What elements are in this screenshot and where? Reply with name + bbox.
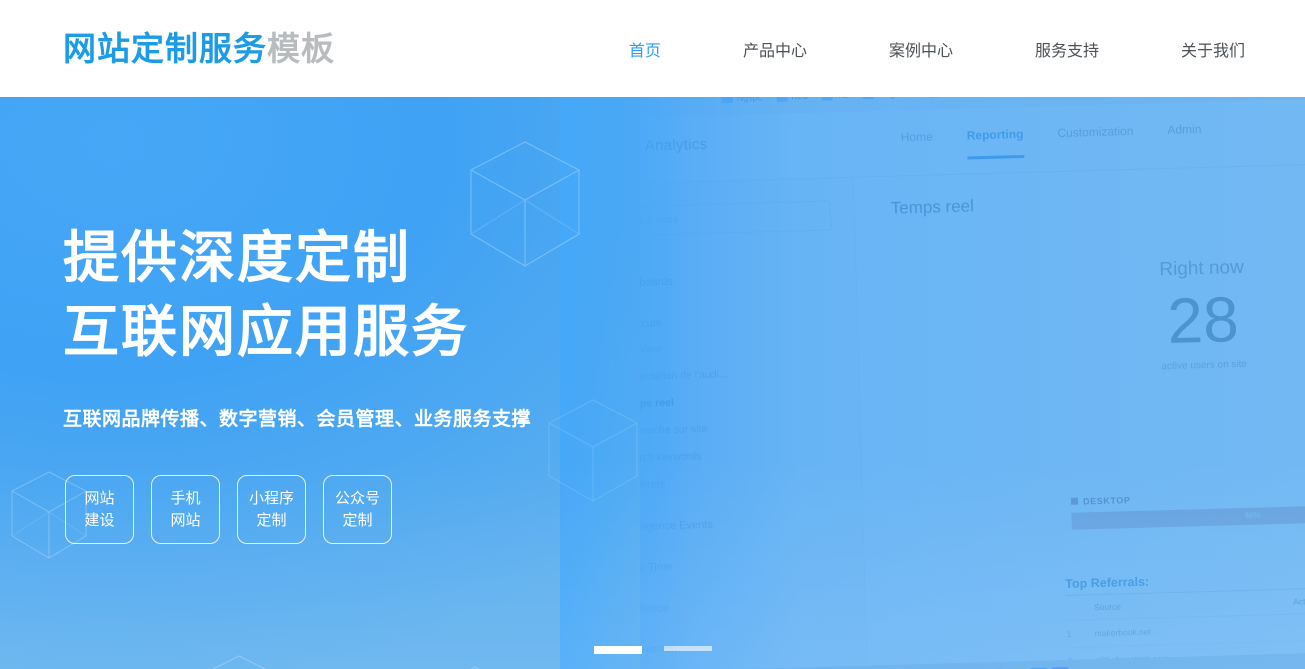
carousel-indicator-2[interactable] (663, 646, 712, 651)
main-navigation: 首页 产品中心 案例中心 服务支持 关于我们 (627, 31, 1247, 67)
logo-secondary-text: 模板 (267, 29, 335, 68)
bookmark-item: Ngspc (721, 97, 762, 103)
hero-title: 提供深度定制 互联网应用服务 (63, 97, 640, 370)
site-header: 网站定制服务模板 首页 产品中心 案例中心 服务支持 关于我们 (0, 0, 1305, 97)
tab-home: Home (900, 129, 933, 145)
hero-background-photo: Ngspc Red TB BlogFeed Bran Postings Lter… (580, 97, 1305, 669)
tag-line-2: 定制 (342, 510, 373, 529)
site-logo[interactable]: 网站定制服务模板 (63, 32, 335, 65)
photo-perspective-wrapper: Ngspc Red TB BlogFeed Bran Postings Lter… (580, 97, 1305, 669)
logo-primary-text: 网站定制服务 (63, 29, 267, 68)
landing-page: 网站定制服务模板 首页 产品中心 案例中心 服务支持 关于我们 Ngspc Re… (0, 0, 1305, 669)
tab-reporting: Reporting (967, 127, 1025, 160)
hero-content: 提供深度定制 互联网应用服务 互联网品牌传播、数字营销、会员管理、业务服务支撑 … (0, 97, 640, 669)
tag-line-1: 手机 (170, 488, 201, 507)
service-tag-miniprogram[interactable]: 小程序 定制 (237, 474, 306, 544)
hero-title-line-2: 互联网应用服务 (63, 299, 469, 365)
hero-service-tags: 网站 建设 手机 网站 小程序 定制 公众号 定制 (65, 474, 640, 544)
bookmark-item: Red (775, 97, 808, 102)
nav-item-about[interactable]: 关于我们 (1179, 31, 1247, 67)
analytics-page-title: Temps reel (890, 196, 975, 218)
nav-item-home[interactable]: 首页 (627, 31, 663, 67)
desktop-bar: 96% (1071, 505, 1305, 530)
desktop-label: DESKTOP (1070, 489, 1305, 507)
service-tag-mobile[interactable]: 手机 网站 (151, 474, 220, 544)
hero-banner: Ngspc Red TB BlogFeed Bran Postings Lter… (0, 97, 1305, 669)
tag-line-2: 网站 (170, 510, 201, 529)
analytics-main: Temps reel Right now 28 active users on … (854, 164, 1305, 669)
carousel-indicators (0, 646, 1305, 654)
service-tag-official-account[interactable]: 公众号 定制 (323, 474, 392, 544)
sidebar-sublist: Overview Présentation de l'audi... Temps… (617, 338, 848, 506)
right-now-widget: Right now 28 active users on site (1086, 255, 1305, 374)
bookmark-item: Bran Postings (929, 97, 1001, 98)
tab-admin: Admin (1167, 122, 1202, 137)
carousel-indicator-1[interactable] (593, 646, 642, 654)
tag-line-2: 建设 (84, 510, 115, 529)
hero-title-line-1: 提供深度定制 (63, 226, 411, 291)
nav-item-products[interactable]: 产品中心 (741, 31, 809, 67)
right-now-value: 28 (1166, 283, 1240, 358)
tag-line-1: 小程序 (248, 488, 294, 507)
analytics-app: Google Analytics Home Reporting Customiz… (580, 98, 1305, 669)
bookmark-item: TB (821, 97, 848, 101)
tag-line-1: 网站 (84, 488, 115, 507)
tag-line-2: 定制 (256, 510, 287, 529)
tab-customization: Customization (1057, 123, 1134, 141)
tag-line-1: 公众号 (334, 488, 380, 507)
nav-item-support[interactable]: 服务支持 (1033, 31, 1101, 67)
hero-subtitle: 互联网品牌传播、数字营销、会员管理、业务服务支撑 (63, 407, 532, 430)
device-breakdown: DESKTOP 96% (1070, 489, 1305, 530)
service-tag-website[interactable]: 网站 建设 (65, 474, 134, 544)
analytics-tabs: Home Reporting Customization Admin (901, 122, 1202, 161)
bookmark-item: BlogFeed (861, 97, 916, 99)
nav-item-cases[interactable]: 案例中心 (887, 31, 955, 67)
